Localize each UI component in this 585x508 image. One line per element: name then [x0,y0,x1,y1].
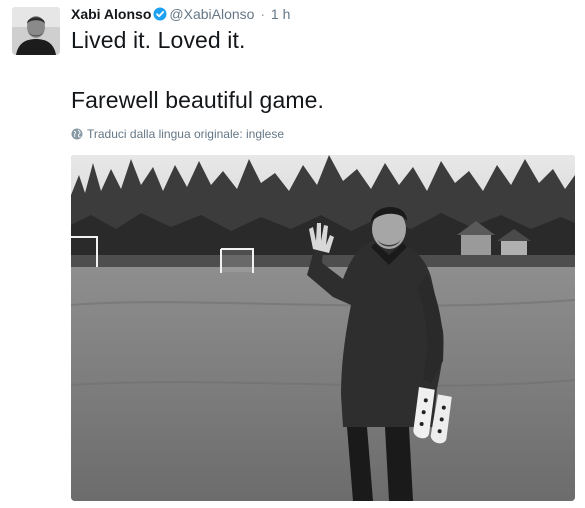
verified-badge-icon [153,7,167,25]
avatar[interactable] [12,7,60,55]
translate-label: Traduci dalla lingua originale: inglese [87,127,285,141]
globe-icon [71,128,83,144]
profile-photo [12,7,60,55]
tweet-card: Xabi Alonso @XabiAlonso · 1 h Lived it. L… [0,0,585,508]
tweet-text: Lived it. Loved it. Farewell beautiful g… [71,25,571,115]
meta-separator: · [260,6,265,22]
tweet-text-spacer [71,55,571,85]
tweet-timestamp[interactable]: 1 h [271,6,290,22]
user-handle[interactable]: @XabiAlonso [169,6,254,22]
translate-link[interactable]: Traduci dalla lingua originale: inglese [71,126,284,144]
tweet-text-line-2: Farewell beautiful game. [71,87,324,113]
display-name[interactable]: Xabi Alonso [71,6,151,22]
photo-image [71,155,575,501]
tweet-text-line-1: Lived it. Loved it. [71,27,246,53]
tweet-photo[interactable] [71,155,575,501]
tweet-header: Xabi Alonso @XabiAlonso · 1 h [71,5,290,23]
